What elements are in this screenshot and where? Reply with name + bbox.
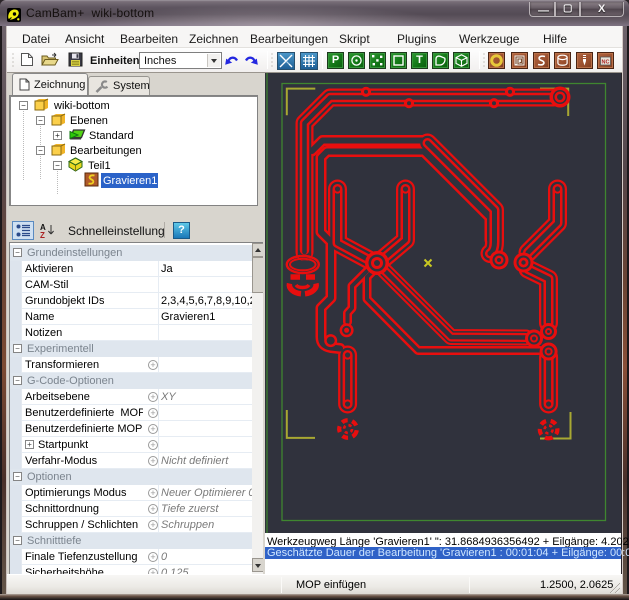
svg-text:Z: Z xyxy=(40,231,45,238)
svg-text:NC: NC xyxy=(602,60,610,66)
